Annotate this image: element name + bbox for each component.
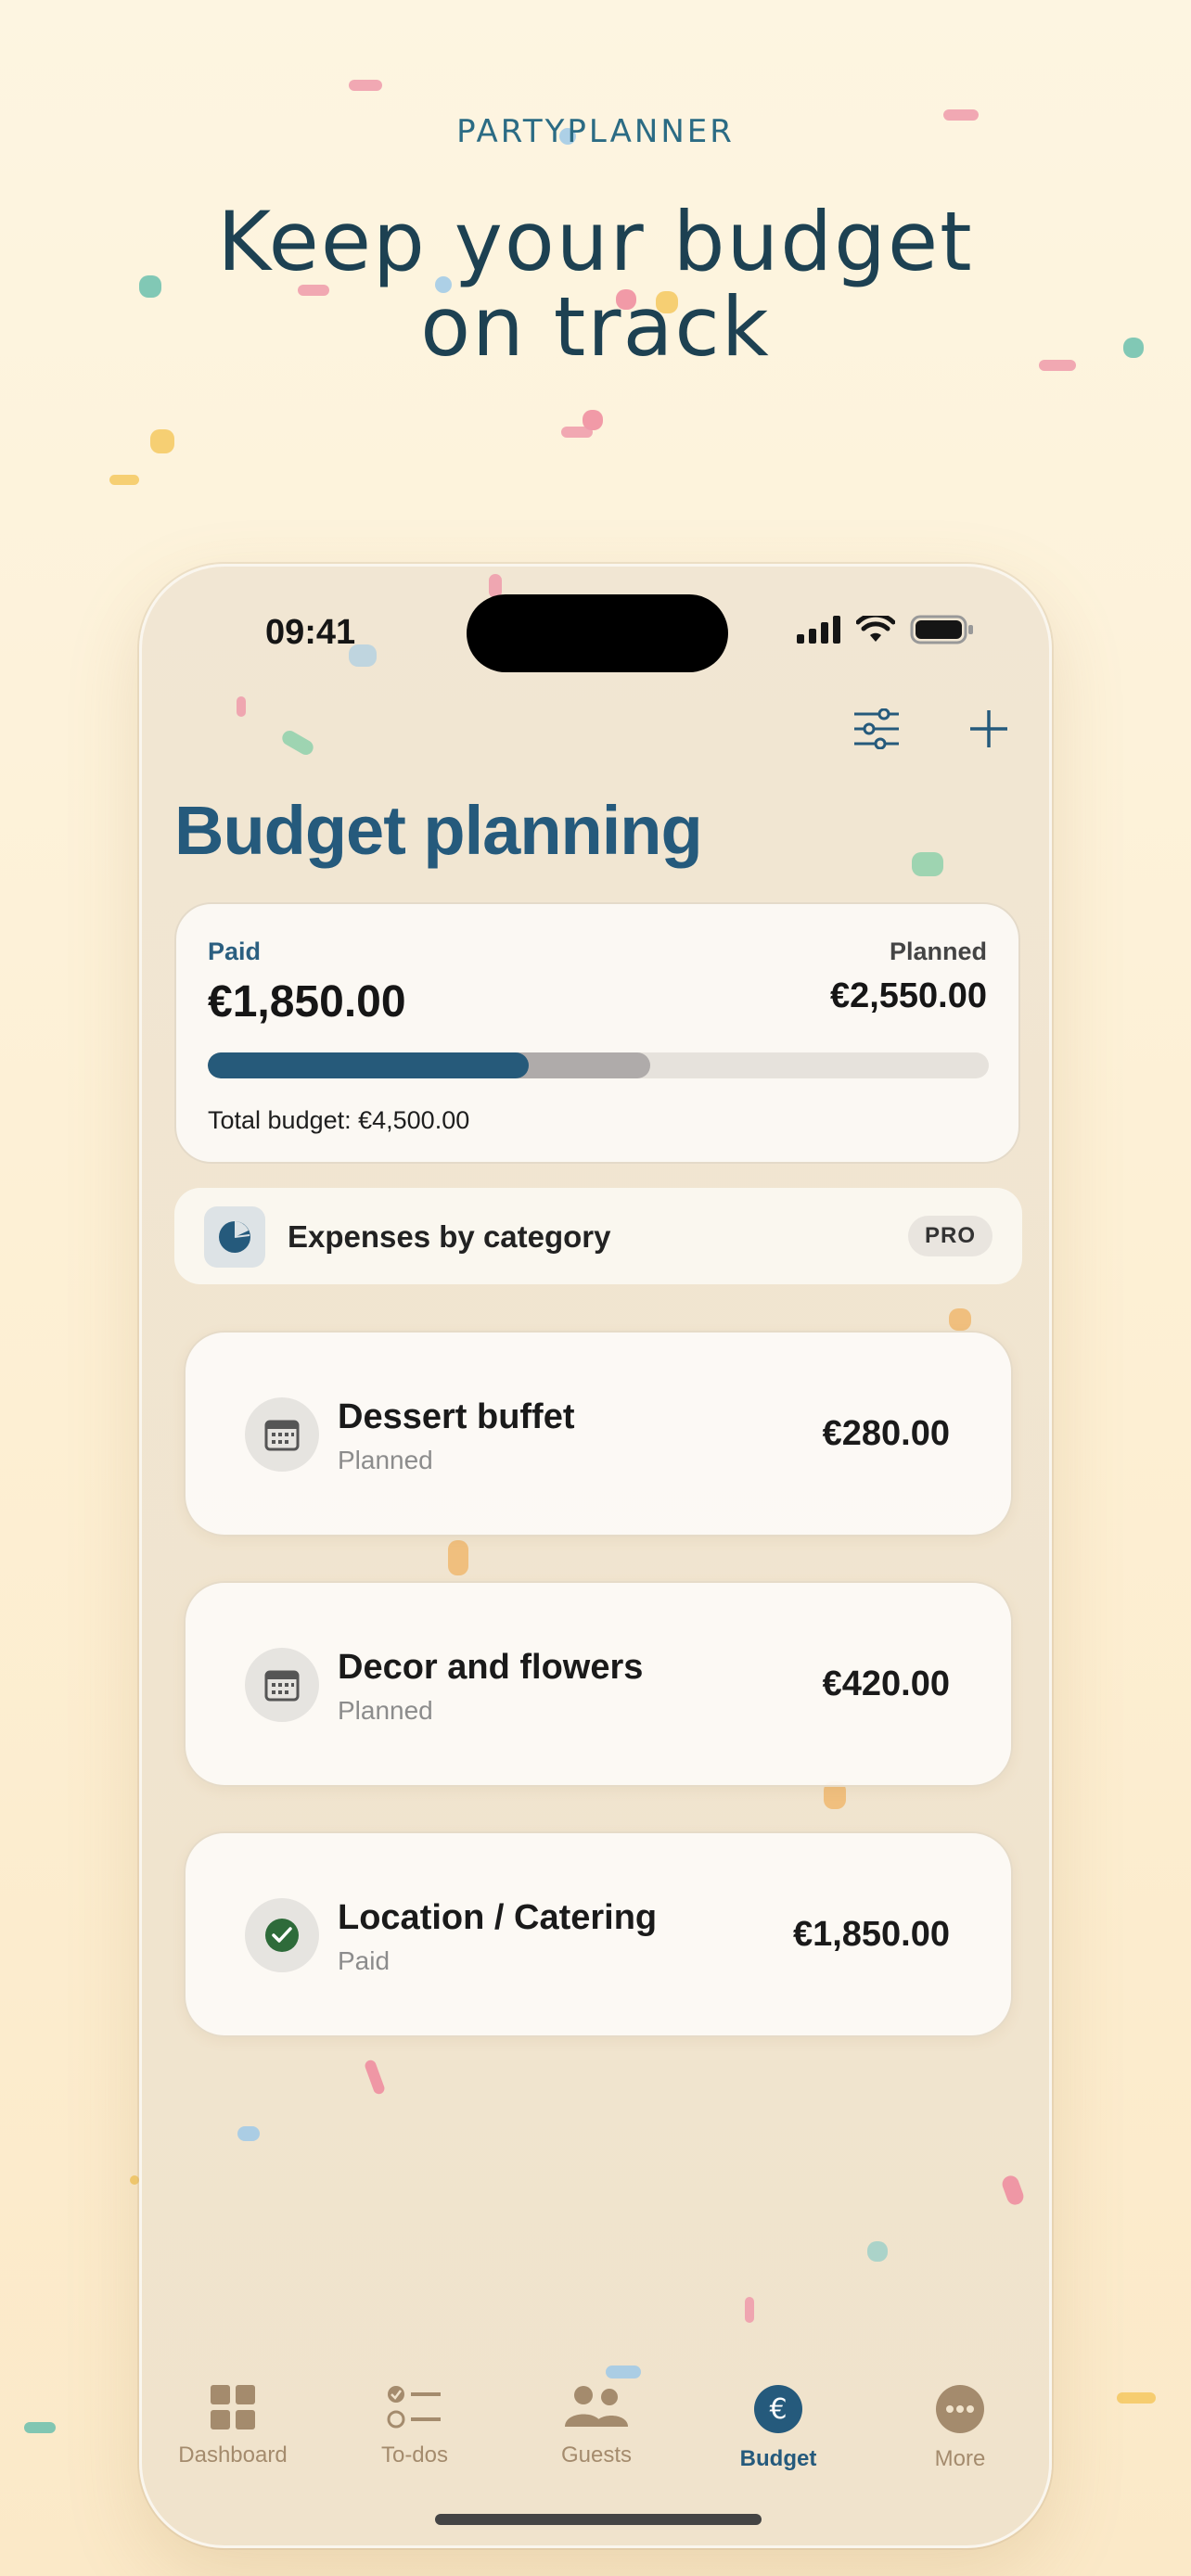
tab-label: More <box>934 2446 986 2471</box>
euro-icon: € <box>754 2385 802 2433</box>
filter-button[interactable] <box>844 696 909 761</box>
status-time: 09:41 <box>265 613 356 652</box>
status-icons <box>797 615 975 644</box>
people-icon <box>565 2386 628 2427</box>
expense-amount: €280.00 <box>822 1414 950 1453</box>
calendar-icon <box>245 1397 319 1472</box>
page-title: Budget planning <box>174 792 703 869</box>
paid-value: €1,850.00 <box>208 977 406 1027</box>
tab-budget[interactable]: € Budget <box>695 2384 862 2472</box>
phone-frame: 09:41 Budget planning Paid €1,850.00 Pla… <box>139 564 1052 2548</box>
planned-value: €2,550.00 <box>829 976 987 1015</box>
expense-status: Planned <box>338 1696 433 1725</box>
sliders-icon <box>854 708 899 749</box>
calendar-icon <box>245 1648 319 1722</box>
expense-card[interactable]: Decor and flowers Planned €420.00 <box>184 1581 1013 1787</box>
tab-label: Guests <box>560 2442 633 2468</box>
tab-guests[interactable]: Guests <box>513 2384 680 2468</box>
plus-icon <box>970 710 1007 747</box>
expense-amount: €1,850.00 <box>792 1915 950 1954</box>
expense-status: Planned <box>338 1446 433 1474</box>
expense-title: Dessert buffet <box>338 1397 575 1436</box>
headline-line-2: on track <box>420 279 771 375</box>
tab-label: Budget <box>739 2446 817 2471</box>
tab-dashboard[interactable]: Dashboard <box>149 2384 316 2468</box>
check-circle-icon <box>245 1898 319 1972</box>
expense-status: Paid <box>338 1946 391 1975</box>
tab-label: Dashboard <box>178 2442 288 2468</box>
home-indicator[interactable] <box>435 2514 762 2525</box>
expense-card[interactable]: Dessert buffet Planned €280.00 <box>184 1331 1013 1537</box>
pie-chart-icon <box>204 1206 265 1268</box>
tab-label: To-dos <box>380 2442 449 2468</box>
planned-label: Planned <box>889 937 987 965</box>
add-button[interactable] <box>956 696 1021 761</box>
expenses-by-category-row[interactable]: Expenses by category PRO <box>174 1188 1022 1284</box>
expense-title: Location / Catering <box>338 1898 658 1937</box>
more-icon <box>936 2385 984 2433</box>
category-label: Expenses by category <box>288 1219 611 1254</box>
grid-icon <box>211 2385 255 2429</box>
brand-name: PARTYPLANNER <box>456 113 735 150</box>
checklist-icon <box>387 2386 441 2429</box>
headline: Keep your budget on track <box>0 199 1191 370</box>
battery-icon <box>910 615 973 644</box>
tab-more[interactable]: More <box>877 2384 1044 2472</box>
dynamic-island <box>467 594 728 672</box>
signal-icon <box>797 616 840 644</box>
expense-title: Decor and flowers <box>338 1648 644 1687</box>
tab-bar: Dashboard To-dos Guests € Budget More <box>142 2384 1049 2486</box>
wifi-icon <box>856 616 895 642</box>
expense-amount: €420.00 <box>822 1664 950 1703</box>
tab-todos[interactable]: To-dos <box>331 2384 498 2468</box>
budget-progress-bar <box>208 1052 989 1078</box>
pro-badge: PRO <box>907 1216 992 1256</box>
budget-summary-card[interactable]: Paid €1,850.00 Planned €2,550.00 Total b… <box>174 902 1020 1164</box>
headline-line-1: Keep your budget <box>217 194 974 289</box>
paid-label: Paid <box>208 937 262 965</box>
expense-card[interactable]: Location / Catering Paid €1,850.00 <box>184 1831 1013 2037</box>
paid-progress-fill <box>208 1052 530 1078</box>
total-budget: Total budget: €4,500.00 <box>208 1106 470 1134</box>
svg-text:€: € <box>769 2393 787 2426</box>
